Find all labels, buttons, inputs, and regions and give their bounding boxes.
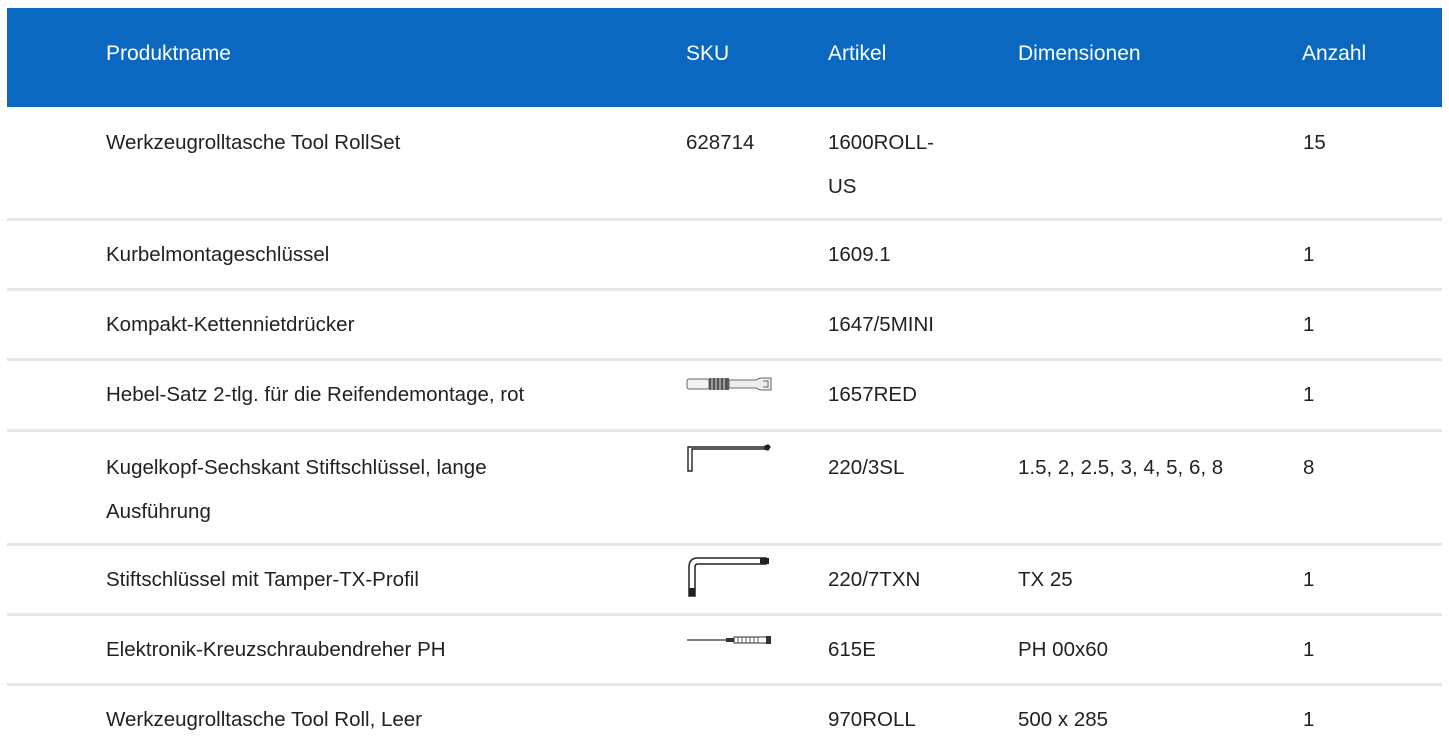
product-table: Produktname SKU Artikel Dimensionen Anza… — [7, 8, 1442, 746]
product-dimensions: TX 25 — [1018, 568, 1073, 591]
product-dimensions: 500 x 285 — [1018, 708, 1109, 731]
torx-key-icon — [686, 555, 772, 603]
product-quantity: 8 — [1303, 456, 1315, 479]
table-row: Elektronik-Kreuzschraubendreher PH 615E … — [7, 616, 1442, 686]
screwdriver-icon — [686, 626, 772, 650]
header-product-name: Produktname — [106, 42, 231, 65]
product-sku: 628714 — [686, 131, 755, 154]
product-quantity: 1 — [1303, 638, 1315, 661]
product-name: Stiftschlüssel mit Tamper-TX-Profil — [106, 568, 419, 591]
table-row: Werkzeugrolltasche Tool RollSet 628714 1… — [7, 107, 1442, 221]
product-article: 1609.1 — [828, 243, 891, 266]
table-row: Kompakt-Kettennietdrücker 1647/5MINI 1 — [7, 291, 1442, 361]
product-article: 970ROLL — [828, 708, 916, 731]
product-quantity: 1 — [1303, 313, 1315, 336]
product-article-line1: 1600ROLL- — [828, 131, 934, 154]
product-quantity: 15 — [1303, 131, 1326, 154]
header-dimensions: Dimensionen — [1018, 42, 1141, 65]
product-quantity: 1 — [1303, 243, 1315, 266]
product-name: Kugelkopf-Sechskant Stiftschlüssel, lang… — [106, 446, 487, 534]
product-article: 220/7TXN — [828, 568, 921, 591]
table-row: Kugelkopf-Sechskant Stiftschlüssel, lang… — [7, 432, 1442, 546]
tire-lever-icon — [686, 374, 772, 398]
product-article: 1657RED — [828, 383, 917, 406]
product-name-line1: Kugelkopf-Sechskant Stiftschlüssel, lang… — [106, 456, 487, 479]
product-quantity: 1 — [1303, 383, 1315, 406]
table-row: Kurbelmontageschlüssel 1609.1 1 — [7, 221, 1442, 291]
table-row: Hebel-Satz 2-tlg. für die Reifendemontag… — [7, 361, 1442, 432]
product-dimensions: PH 00x60 — [1018, 638, 1109, 661]
product-article: 615E — [828, 638, 876, 661]
product-article-line2: US — [828, 175, 857, 198]
hex-key-icon — [686, 442, 772, 478]
product-article: 1600ROLL- US — [828, 121, 934, 209]
product-quantity: 1 — [1303, 708, 1315, 731]
header-article: Artikel — [828, 42, 887, 65]
product-name: Kurbelmontageschlüssel — [106, 243, 330, 266]
product-name: Werkzeugrolltasche Tool Roll, Leer — [106, 708, 423, 731]
product-name: Kompakt-Kettennietdrücker — [106, 313, 355, 336]
header-sku: SKU — [686, 42, 730, 65]
product-name: Hebel-Satz 2-tlg. für die Reifendemontag… — [106, 383, 525, 406]
product-name: Elektronik-Kreuzschraubendreher PH — [106, 638, 446, 661]
table-row: Werkzeugrolltasche Tool Roll, Leer 970RO… — [7, 686, 1442, 746]
product-dimensions: 1.5, 2, 2.5, 3, 4, 5, 6, 8 — [1018, 456, 1224, 479]
product-quantity: 1 — [1303, 568, 1315, 591]
product-name-line2: Ausführung — [106, 500, 211, 523]
product-article: 1647/5MINI — [828, 313, 934, 336]
product-article: 220/3SL — [828, 456, 905, 479]
product-name: Werkzeugrolltasche Tool RollSet — [106, 131, 401, 154]
table-row: Stiftschlüssel mit Tamper-TX-Profil 220/… — [7, 546, 1442, 616]
table-header: Produktname SKU Artikel Dimensionen Anza… — [7, 8, 1442, 107]
header-quantity: Anzahl — [1302, 42, 1367, 65]
